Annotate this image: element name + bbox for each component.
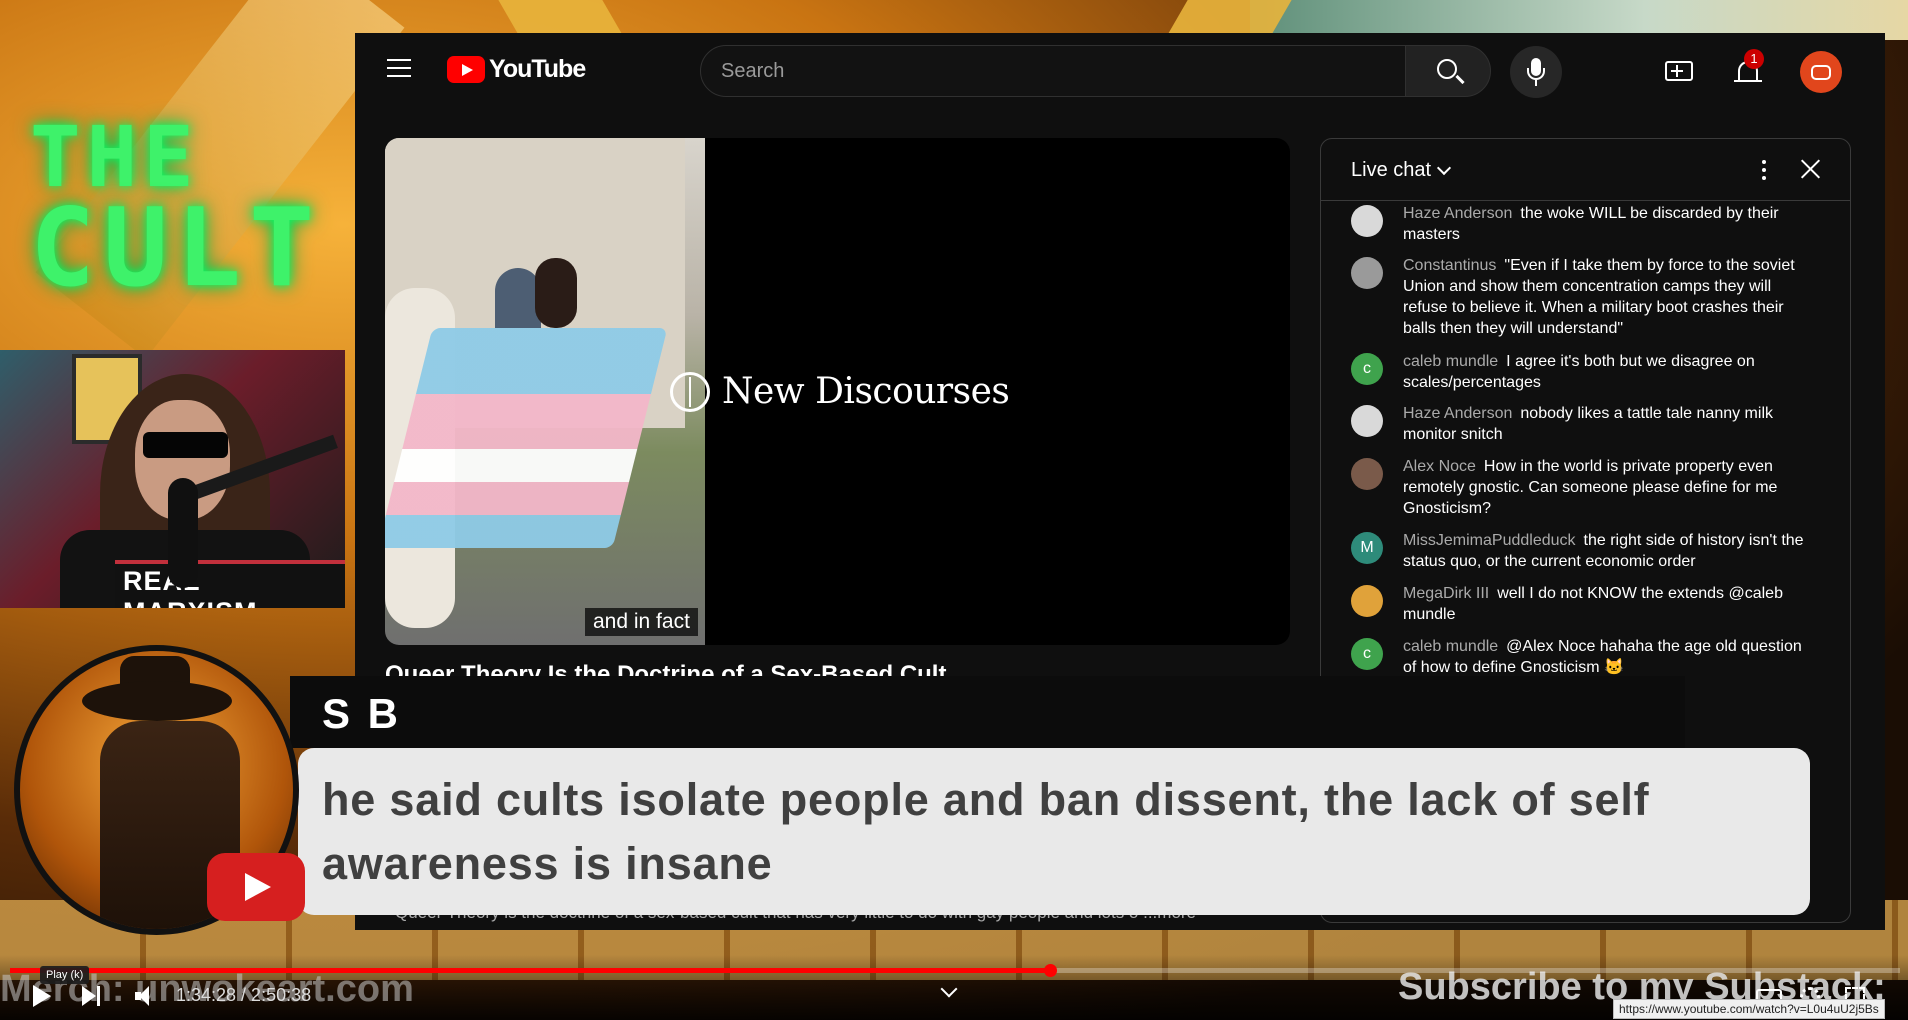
sunglasses bbox=[143, 432, 228, 458]
search-icon-handle bbox=[1455, 74, 1465, 85]
youtube-play-icon bbox=[207, 853, 305, 921]
chat-message-text: Constantinus "Even if I take them by forc… bbox=[1403, 255, 1813, 339]
chat-avatar[interactable]: M bbox=[1351, 532, 1383, 564]
chat-author[interactable]: MissJemimaPuddleduck bbox=[1403, 532, 1576, 549]
chat-avatar[interactable]: c bbox=[1351, 353, 1383, 385]
chat-avatar[interactable] bbox=[1351, 205, 1383, 237]
youtube-logo-icon bbox=[447, 56, 485, 83]
commenter-name: S B bbox=[322, 690, 402, 737]
dot bbox=[1762, 168, 1766, 172]
chat-author[interactable]: Haze Anderson bbox=[1403, 405, 1512, 422]
play-tooltip: Play (k) bbox=[40, 966, 90, 984]
link-url-tooltip: https://www.youtube.com/watch?v=L0u4uU2j… bbox=[1613, 999, 1885, 1019]
chat-message-text: Haze Anderson the woke WILL be discarded … bbox=[1403, 203, 1813, 245]
chat-message: c caleb mundle @Alex Noce hahaha the age … bbox=[1351, 636, 1811, 680]
search-button[interactable] bbox=[1405, 45, 1491, 97]
search-input[interactable] bbox=[700, 45, 1407, 97]
play-icon[interactable] bbox=[30, 985, 52, 1007]
video-caption: and in fact bbox=[585, 608, 698, 636]
notification-badge: 1 bbox=[1744, 49, 1764, 69]
shirt-text: REAL MARXISM bbox=[115, 560, 345, 608]
create-icon[interactable] bbox=[1665, 61, 1693, 81]
the-cult-logo: THE CULT bbox=[30, 115, 323, 311]
chat-avatar[interactable] bbox=[1351, 257, 1383, 289]
youtube-logo-text: YouTube bbox=[489, 55, 586, 83]
chat-message: Haze Anderson the woke WILL be discarded … bbox=[1351, 203, 1811, 247]
video-player[interactable]: New Discourses and in fact bbox=[385, 138, 1290, 645]
chat-message-text: Alex Noce How in the world is private pro… bbox=[1403, 456, 1813, 519]
live-chat-header: Live chat bbox=[1321, 139, 1850, 201]
dot bbox=[1762, 160, 1766, 164]
live-chat-title: Live chat bbox=[1351, 159, 1432, 181]
chat-avatar[interactable] bbox=[1351, 585, 1383, 617]
youtube-logo[interactable]: YouTube bbox=[447, 55, 586, 84]
volume-icon[interactable] bbox=[135, 986, 157, 1006]
photo-person-head bbox=[535, 258, 577, 328]
close-icon[interactable] bbox=[1795, 154, 1825, 184]
chat-author[interactable]: caleb mundle bbox=[1403, 638, 1498, 655]
dot bbox=[1762, 176, 1766, 180]
progress-scrubber[interactable] bbox=[1043, 964, 1057, 977]
avatar[interactable] bbox=[1800, 51, 1842, 93]
microphone-icon-foot bbox=[1535, 80, 1537, 86]
microphone-icon-stand bbox=[1527, 68, 1545, 80]
chat-message-text: MissJemimaPuddleduck the right side of hi… bbox=[1403, 530, 1813, 572]
time-display: 1:34:28 / 2:50:38 bbox=[176, 985, 312, 1005]
featured-comment-text: he said cults isolate people and ban dis… bbox=[322, 774, 1650, 889]
bell-icon-base bbox=[1734, 80, 1762, 82]
new-discourses-logo: New Discourses bbox=[670, 371, 1010, 412]
chevron-down-icon bbox=[1436, 160, 1452, 175]
chat-message: MegaDirk III well I do not KNOW the exten… bbox=[1351, 583, 1811, 627]
brain-icon bbox=[670, 371, 710, 412]
progress-bar[interactable] bbox=[10, 964, 1900, 977]
chat-message-text: Haze Anderson nobody likes a tattle tale … bbox=[1403, 403, 1813, 445]
chat-message-text: caleb mundle @Alex Noce hahaha the age ol… bbox=[1403, 636, 1813, 678]
voice-search-button[interactable] bbox=[1510, 46, 1562, 98]
featured-comment-box: he said cults isolate people and ban dis… bbox=[298, 748, 1810, 915]
brand-text: New Discourses bbox=[722, 371, 1010, 412]
next-icon[interactable] bbox=[82, 986, 104, 1006]
more-options-icon[interactable] bbox=[1751, 157, 1777, 183]
chat-message: M MissJemimaPuddleduck the right side of … bbox=[1351, 530, 1811, 574]
chat-author[interactable]: Alex Noce bbox=[1403, 458, 1476, 475]
search-icon bbox=[1437, 59, 1457, 79]
chat-message-text: caleb mundle I agree it's both but we dis… bbox=[1403, 351, 1813, 393]
chat-message: Constantinus "Even if I take them by forc… bbox=[1351, 255, 1811, 341]
chat-author[interactable]: Constantinus bbox=[1403, 257, 1496, 274]
youtube-header: YouTube 1 bbox=[355, 33, 1885, 107]
chat-author[interactable]: caleb mundle bbox=[1403, 353, 1498, 370]
chat-avatar[interactable] bbox=[1351, 458, 1383, 490]
chat-author[interactable]: Haze Anderson bbox=[1403, 205, 1512, 222]
live-chat-mode-dropdown[interactable]: Live chat bbox=[1351, 159, 1452, 182]
menu-icon[interactable] bbox=[387, 59, 411, 77]
chat-avatar[interactable]: c bbox=[1351, 638, 1383, 670]
progress-fill bbox=[10, 968, 1050, 973]
video-thumbnail-photo bbox=[385, 138, 705, 645]
webcam-feed: REAL MARXISM bbox=[0, 350, 345, 608]
chat-message: Alex Noce How in the world is private pro… bbox=[1351, 456, 1811, 522]
chat-avatar[interactable] bbox=[1351, 405, 1383, 437]
logo-line-cult: CULT bbox=[30, 185, 323, 311]
chat-message: c caleb mundle I agree it's both but we d… bbox=[1351, 351, 1811, 395]
microphone bbox=[168, 478, 198, 588]
superchat-name-bar: S B bbox=[290, 676, 1685, 748]
chat-message-text: MegaDirk III well I do not KNOW the exten… bbox=[1403, 583, 1813, 625]
chat-author[interactable]: MegaDirk III bbox=[1403, 585, 1489, 602]
chat-message: Haze Anderson nobody likes a tattle tale … bbox=[1351, 403, 1811, 447]
photo-flag bbox=[385, 328, 668, 548]
stream-canvas: THE CULT REAL MARXISM YouTube bbox=[0, 0, 1908, 1020]
cowboy-hat bbox=[82, 681, 232, 721]
